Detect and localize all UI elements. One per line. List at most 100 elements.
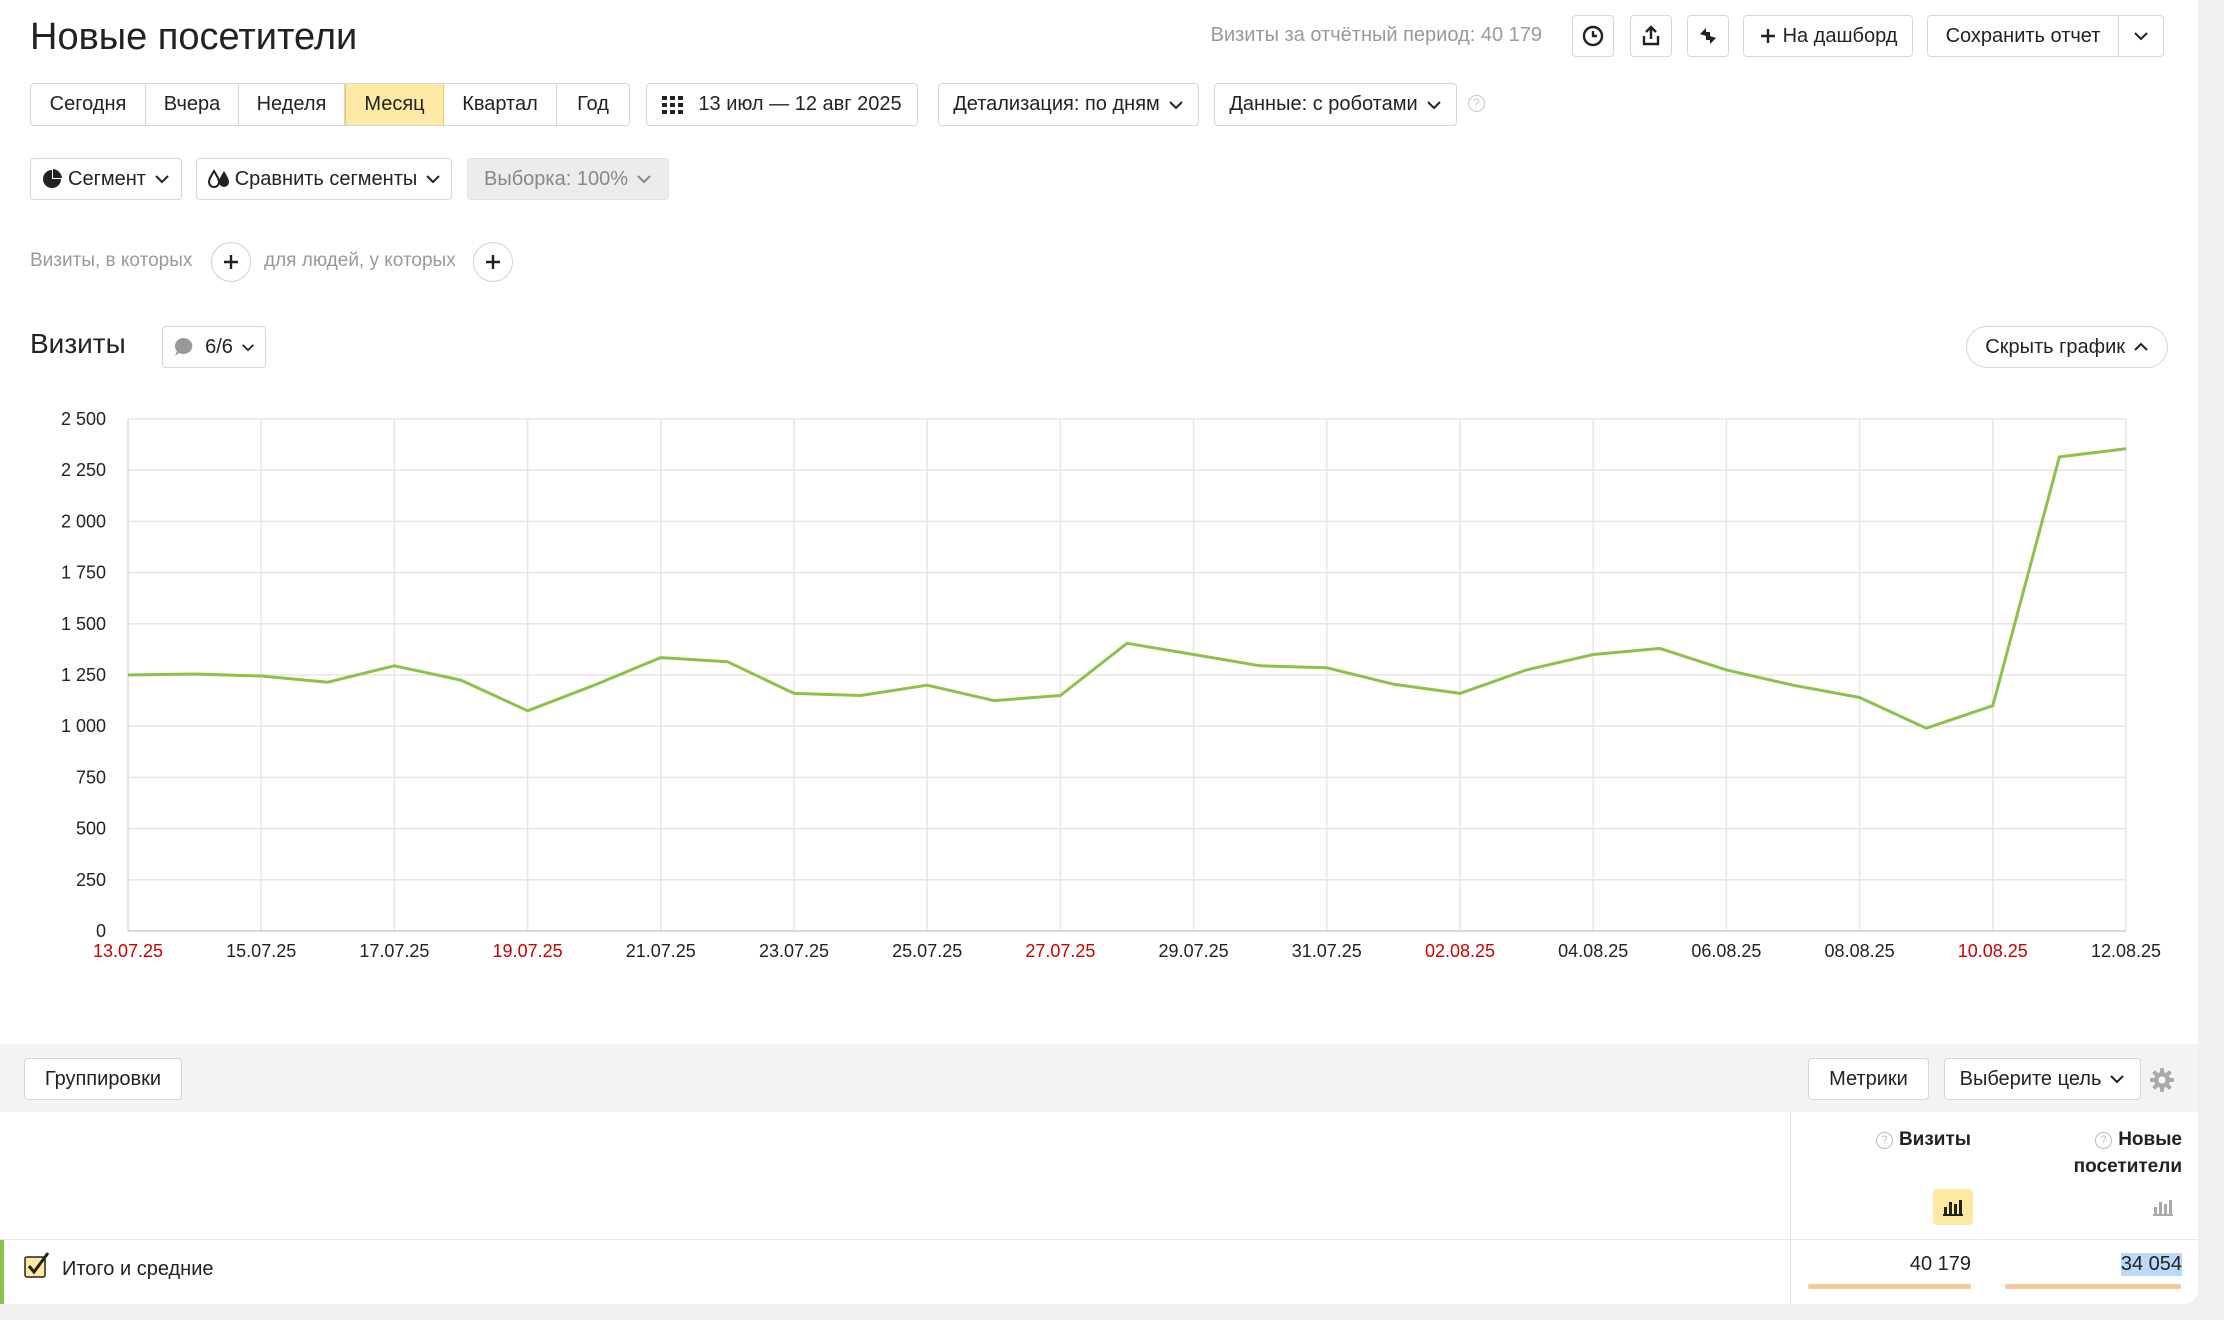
y-tick-label: 250 [76,870,106,890]
y-tick-label: 2 250 [61,460,106,480]
help-icon[interactable]: ? [2095,1132,2113,1149]
y-tick-label: 2 000 [61,511,106,531]
add-visit-filter-button[interactable] [211,242,251,282]
save-report-menu-button[interactable] [2118,15,2164,57]
y-tick-label: 1 750 [61,563,106,583]
share-icon [1642,25,1660,46]
data-point [193,672,197,676]
detail-dropdown[interactable]: Детализация: по дням [938,83,1199,126]
x-tick-label: 31.07.25 [1292,941,1362,961]
chevron-up-icon [2134,342,2148,351]
comment-icon [175,338,193,356]
add-people-filter-button[interactable] [473,242,513,282]
hide-chart-label: Скрыть график [1985,335,2125,358]
column-divider [1790,1112,1791,1304]
groupings-button[interactable]: Группировки [24,1058,182,1100]
help-icon[interactable]: ? [1468,95,1485,112]
total-new-visitors-value: 34 054 [2120,1253,2182,1276]
data-point [592,683,596,687]
data-point [859,693,863,697]
tab-quarter[interactable]: Квартал [444,84,557,125]
chart-toggle-new-visitors[interactable] [2143,1189,2183,1225]
tab-today[interactable]: Сегодня [31,84,146,125]
chevron-down-icon [2110,1075,2125,1084]
notes-count: 6/6 [205,335,233,358]
visits-line-chart: 0 250 500 750 1 000 1 250 1 500 1 750 2 000 2 250… [61,409,2161,961]
detail-label: Детализация: по дням [953,93,1160,115]
date-range-label: 13 июл — 12 авг 2025 [698,93,902,115]
add-to-dashboard-label: На дашборд [1782,24,1898,47]
groupings-label: Группировки [44,1067,162,1090]
clock-icon [1582,25,1604,47]
hide-chart-button[interactable]: Скрыть график [1966,326,2168,368]
compare-segments-button[interactable]: Сравнить сегменты [196,158,452,200]
metrics-button[interactable]: Метрики [1808,1058,1929,1100]
x-tick-label: 17.07.25 [359,941,429,961]
data-point [326,680,330,684]
calendar-icon [662,95,684,114]
period-summary: Визиты за отчётный период: 40 179 [1210,24,1542,46]
sample-dropdown[interactable]: Выборка: 100% [467,158,669,200]
goal-dropdown[interactable]: Выберите цель [1944,1058,2141,1100]
segment-button[interactable]: Сегмент [30,158,182,200]
data-point [1525,668,1529,672]
y-tick-label: 1 000 [61,716,106,736]
sample-label: Выборка: 100% [484,167,628,190]
data-point [459,678,463,682]
tab-yesterday[interactable]: Вчера [146,84,239,125]
column-visits-label: Визиты [1898,1129,1971,1150]
y-tick-label: 500 [76,819,106,839]
data-source-dropdown[interactable]: Данные: с роботами [1214,83,1457,126]
y-tick-label: 0 [96,921,106,941]
save-report-button[interactable]: Сохранить отчет [1927,15,2119,57]
drops-icon [207,169,229,188]
x-tick-label: 04.08.25 [1558,941,1628,961]
history-button[interactable] [1572,15,1614,57]
visits-filter-label: Визиты, в которых [30,250,193,271]
data-point [1924,726,1928,730]
data-point [1791,683,1795,687]
y-tick-label: 2 500 [61,409,106,429]
x-tick-label: 13.07.25 [93,941,163,961]
column-header-visits[interactable]: ? Визиты [1875,1126,1971,1153]
data-point [1591,653,1595,657]
x-tick-label: 21.07.25 [626,941,696,961]
data-point [1858,696,1862,700]
x-tick-label: 27.07.25 [1025,941,1095,961]
data-point [992,699,996,703]
chevron-down-icon [1426,100,1441,109]
x-tick-label: 06.08.25 [1691,941,1761,961]
data-point [725,660,729,664]
swap-icon [1700,28,1716,44]
x-tick-label: 25.07.25 [892,941,962,961]
chart-toggle-visits[interactable] [1933,1189,1973,1225]
api-button[interactable] [1687,15,1729,57]
bar-chart-icon [1943,1200,1963,1216]
data-point [2057,455,2061,459]
data-point [792,691,796,695]
data-point [1458,691,1462,695]
data-point [126,673,130,677]
x-tick-label: 19.07.25 [493,941,563,961]
checkbox-icon[interactable] [24,1252,50,1278]
plus-icon [486,255,500,269]
tab-week[interactable]: Неделя [239,84,345,125]
notes-dropdown[interactable]: 6/6 [162,326,266,368]
people-filter-label: для людей, у которых [264,250,456,271]
add-to-dashboard-button[interactable]: На дашборд [1743,15,1913,57]
y-tick-label: 750 [76,767,106,787]
column-header-new-visitors[interactable]: ? Новые посетители [2074,1126,2182,1180]
data-point [1658,646,1662,650]
export-button[interactable] [1630,15,1672,57]
tab-month[interactable]: Месяц [345,84,444,125]
total-visits-value: 40 179 [1909,1253,1971,1275]
tab-year[interactable]: Год [557,84,629,125]
goal-label: Выберите цель [1959,1067,2102,1090]
data-point [659,656,663,660]
help-icon[interactable]: ? [1875,1132,1893,1149]
report-page: Новые посетители Визиты за отчётный пери… [0,0,2198,1304]
date-range-picker[interactable]: 13 июл — 12 авг 2025 [646,83,918,126]
gear-icon[interactable] [2149,1067,2175,1093]
x-tick-label: 23.07.25 [759,941,829,961]
data-point [1058,693,1062,697]
